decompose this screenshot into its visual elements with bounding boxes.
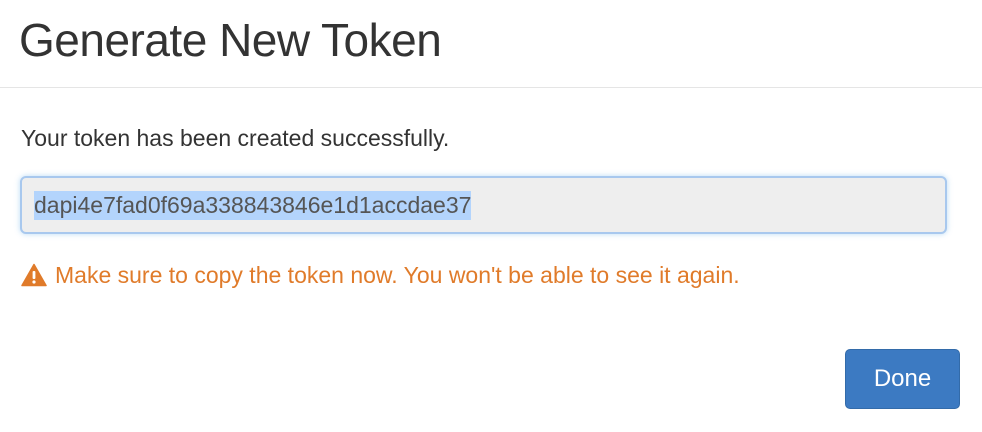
token-value[interactable]: dapi4e7fad0f69a338843846e1d1accdae37 — [34, 191, 472, 220]
warning-message: Make sure to copy the token now. You won… — [55, 262, 740, 288]
success-message: Your token has been created successfully… — [21, 125, 450, 151]
warning-triangle-icon — [21, 263, 47, 287]
generate-token-dialog: Generate New Token Your token has been c… — [0, 0, 982, 432]
dialog-title: Generate New Token — [19, 14, 442, 66]
dialog-header: Generate New Token — [0, 0, 982, 88]
token-field[interactable]: dapi4e7fad0f69a338843846e1d1accdae37 — [20, 176, 947, 234]
warning-notice: Make sure to copy the token now. You won… — [21, 260, 740, 290]
done-button[interactable]: Done — [845, 349, 960, 409]
